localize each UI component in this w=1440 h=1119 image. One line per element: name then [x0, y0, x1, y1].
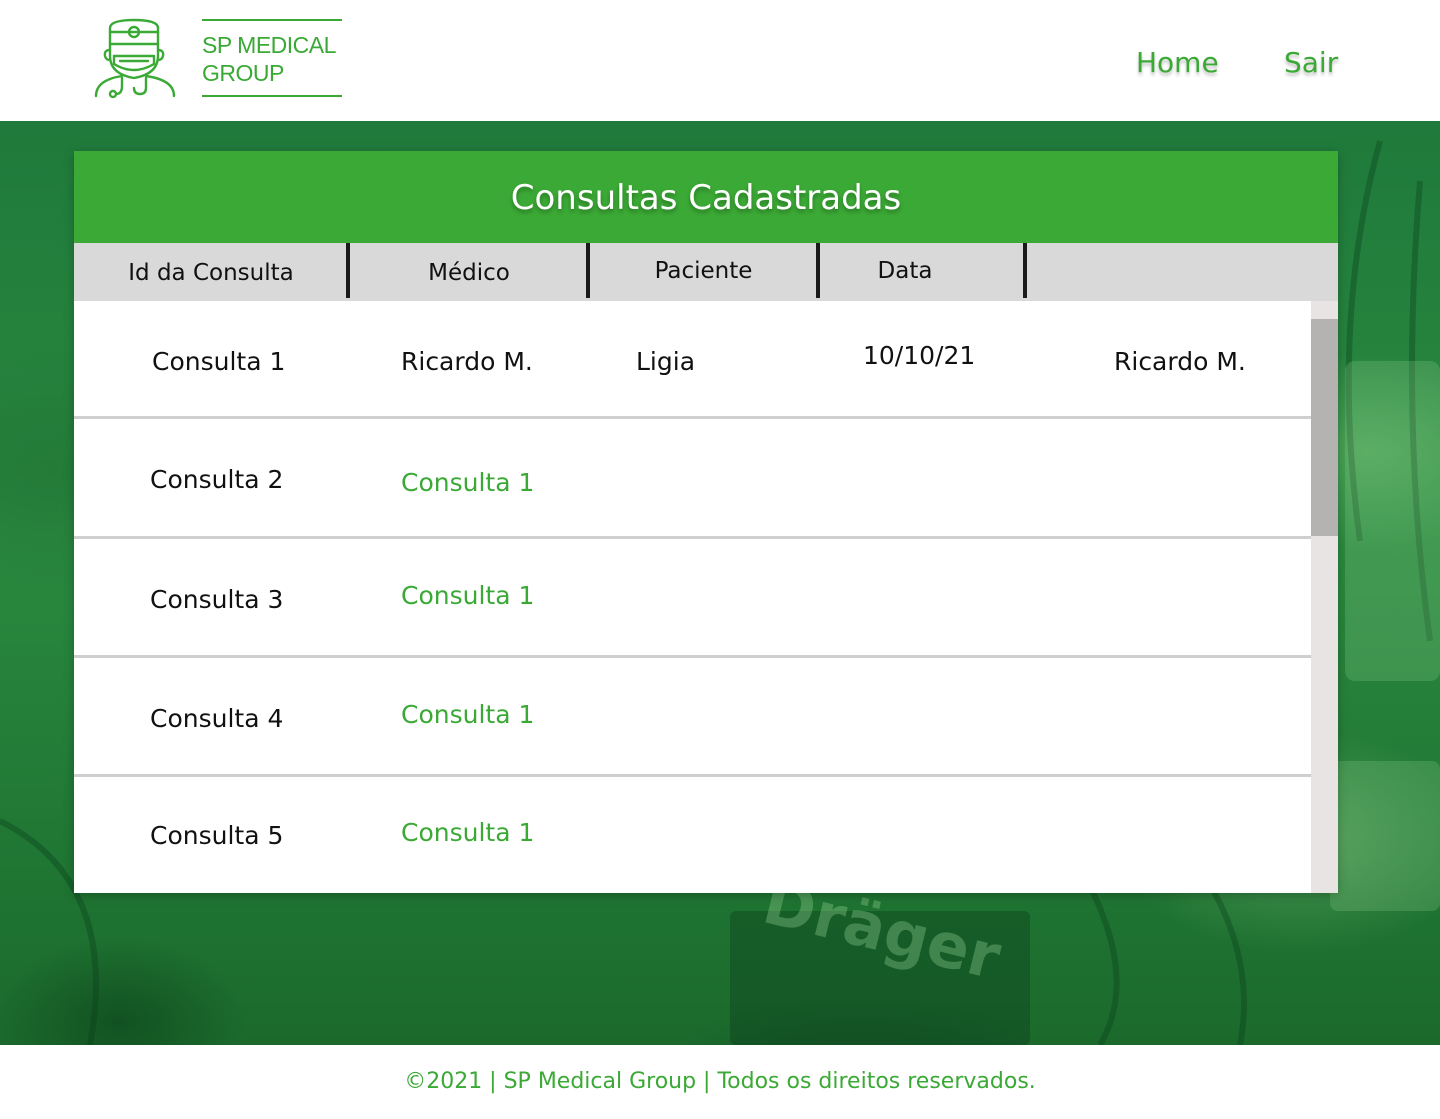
- table-row[interactable]: Consulta 5 Consulta 1: [74, 780, 1311, 893]
- site-header: SP MEDICAL GROUP Home Sair: [0, 0, 1440, 121]
- column-header-medico: Médico: [428, 260, 510, 286]
- site-footer: ©2021 | SP Medical Group | Todos os dire…: [0, 1045, 1440, 1119]
- cell-medico: Ricardo M.: [401, 347, 533, 376]
- consultas-table-card: Consultas Cadastradas Id da Consulta Méd…: [74, 151, 1338, 893]
- table-header: Id da Consulta Médico Paciente Data: [74, 243, 1338, 301]
- table-row[interactable]: Consulta 2 Consulta 1: [74, 422, 1311, 539]
- doctor-icon: [94, 18, 176, 100]
- brand-name: SP MEDICAL GROUP: [202, 31, 352, 87]
- column-header-id: Id da Consulta: [128, 260, 294, 286]
- column-header-paciente: Paciente: [654, 258, 753, 284]
- cell-medico: Consulta 1: [401, 581, 535, 610]
- scrollbar-thumb[interactable]: [1311, 319, 1338, 536]
- nav-logout-link[interactable]: Sair: [1284, 46, 1338, 79]
- nav-home-link[interactable]: Home: [1136, 46, 1219, 79]
- cell-id: Consulta 2: [150, 465, 284, 494]
- cell-paciente: Ligia: [636, 347, 696, 376]
- cell-data: 10/10/21: [863, 341, 976, 370]
- cell-id: Consulta 5: [150, 821, 284, 850]
- cell-id: Consulta 3: [150, 585, 284, 614]
- cell-id: Consulta 4: [150, 704, 284, 733]
- table-body: Consulta 1 Ricardo M. Ligia 10/10/21 Ric…: [74, 301, 1338, 893]
- brand-line1: SP MEDICAL: [202, 32, 336, 58]
- table-row[interactable]: Consulta 1 Ricardo M. Ligia 10/10/21 Ric…: [74, 301, 1311, 419]
- table-row[interactable]: Consulta 3 Consulta 1: [74, 542, 1311, 658]
- brand-line2: GROUP: [202, 60, 284, 86]
- column-header-data: Data: [877, 258, 933, 284]
- table-title: Consultas Cadastradas: [74, 151, 1338, 243]
- cell-medico: Consulta 1: [401, 468, 535, 497]
- table-scrollbar[interactable]: [1311, 301, 1338, 893]
- cell-medico: Consulta 1: [401, 818, 535, 847]
- cell-extra: Ricardo M.: [1114, 347, 1246, 376]
- cell-id: Consulta 1: [152, 347, 286, 376]
- cell-medico: Consulta 1: [401, 700, 535, 729]
- column-header-extra: [1027, 243, 1338, 301]
- table-row[interactable]: Consulta 4 Consulta 1: [74, 661, 1311, 777]
- footer-copyright: ©2021 | SP Medical Group | Todos os dire…: [404, 1069, 1036, 1094]
- brand-logo[interactable]: SP MEDICAL GROUP: [202, 19, 342, 97]
